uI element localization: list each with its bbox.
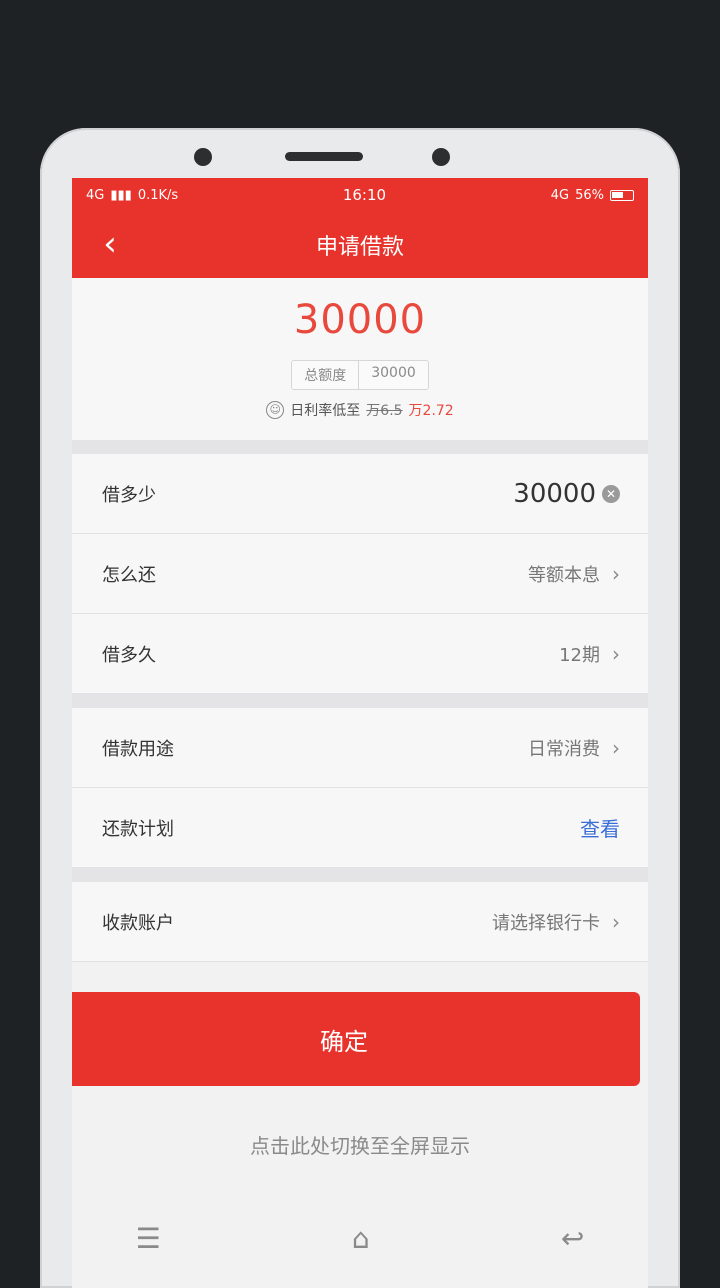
loan-amount-display: 30000 xyxy=(293,297,427,343)
phone-sensor xyxy=(432,148,450,166)
phone-camera xyxy=(194,148,212,166)
confirm-section: 确定 点击此处切换至全屏显示 xyxy=(72,962,648,1159)
fullscreen-hint[interactable]: 点击此处切换至全屏显示 xyxy=(72,1130,648,1159)
signal-icon: ▮▮▮ xyxy=(110,187,132,203)
borrow-amount-label: 借多少 xyxy=(102,484,156,506)
purpose-row[interactable]: 借款用途 日常消费 › xyxy=(72,708,648,788)
network-speed: 0.1K/s xyxy=(137,187,179,203)
total-limit-value: 30000 xyxy=(358,361,428,389)
section-divider xyxy=(72,868,648,882)
repay-method-value: 等额本息 xyxy=(528,564,600,586)
repay-plan-label: 还款计划 xyxy=(102,818,174,840)
account-label: 收款账户 xyxy=(102,912,174,934)
chevron-left-icon: ‹ xyxy=(103,224,117,264)
clear-icon[interactable]: ✕ xyxy=(602,484,620,503)
nav-bar: ‹ 申请借款 xyxy=(72,212,648,278)
term-value: 12期 xyxy=(559,644,600,666)
account-value: 请选择银行卡 xyxy=(492,912,600,934)
battery-icon xyxy=(610,189,634,201)
chevron-right-icon: › xyxy=(612,735,620,760)
borrow-amount-row[interactable]: 借多少 30000 ✕ xyxy=(72,454,648,534)
status-time: 16:10 xyxy=(342,186,387,204)
home-icon[interactable]: ⌂ xyxy=(352,1222,370,1255)
account-row[interactable]: 收款账户 请选择银行卡 › xyxy=(72,882,648,962)
borrow-amount-input[interactable]: 30000 xyxy=(513,479,596,509)
total-limit-label: 总额度 xyxy=(304,368,347,384)
phone-earpiece xyxy=(285,152,363,161)
chevron-right-icon: › xyxy=(612,909,620,934)
phone-nav-bar: ☰ ⌂ ↩ xyxy=(40,1208,680,1268)
purpose-value: 日常消费 xyxy=(528,738,600,760)
confirm-button[interactable]: 确定 xyxy=(72,992,640,1086)
term-label: 借多久 xyxy=(102,644,156,666)
chevron-right-icon: › xyxy=(612,641,620,666)
menu-icon[interactable]: ☰ xyxy=(136,1222,161,1255)
section-divider xyxy=(72,440,648,454)
total-limit-pill: 总额度 30000 xyxy=(291,360,429,390)
purpose-label: 借款用途 xyxy=(102,738,174,760)
page-title: 申请借款 xyxy=(315,235,404,260)
daily-rate-line: ☺ 日利率低至 万6.5 万2.72 xyxy=(72,400,648,420)
status-bar: 4G ▮▮▮ 0.1K/s 16:10 4G 56% xyxy=(72,178,648,212)
repay-method-label: 怎么还 xyxy=(102,564,156,586)
view-plan-link[interactable]: 查看 xyxy=(580,813,620,842)
term-row[interactable]: 借多久 12期 › xyxy=(72,614,648,694)
back-icon[interactable]: ↩ xyxy=(561,1222,584,1255)
rate-old: 万6.5 xyxy=(366,403,403,419)
phone-frame: 4G ▮▮▮ 0.1K/s 16:10 4G 56% ‹ 申请借款 30000 … xyxy=(40,128,680,1288)
repay-method-row[interactable]: 怎么还 等额本息 › xyxy=(72,534,648,614)
chevron-right-icon: › xyxy=(612,561,620,586)
back-button[interactable]: ‹ xyxy=(92,224,128,264)
section-divider xyxy=(72,694,648,708)
network-indicator: 4G xyxy=(86,187,105,203)
rate-prefix: 日利率低至 xyxy=(290,403,361,419)
amount-header: 30000 总额度 30000 ☺ 日利率低至 万6.5 万2.72 xyxy=(72,278,648,440)
battery-percent: 56% xyxy=(575,187,604,203)
repay-plan-row: 还款计划 查看 xyxy=(72,788,648,868)
network-indicator-right: 4G xyxy=(550,187,570,203)
app-screen: 4G ▮▮▮ 0.1K/s 16:10 4G 56% ‹ 申请借款 30000 … xyxy=(72,178,648,1288)
rate-new: 万2.72 xyxy=(408,403,454,419)
rate-face-icon: ☺ xyxy=(266,401,285,419)
